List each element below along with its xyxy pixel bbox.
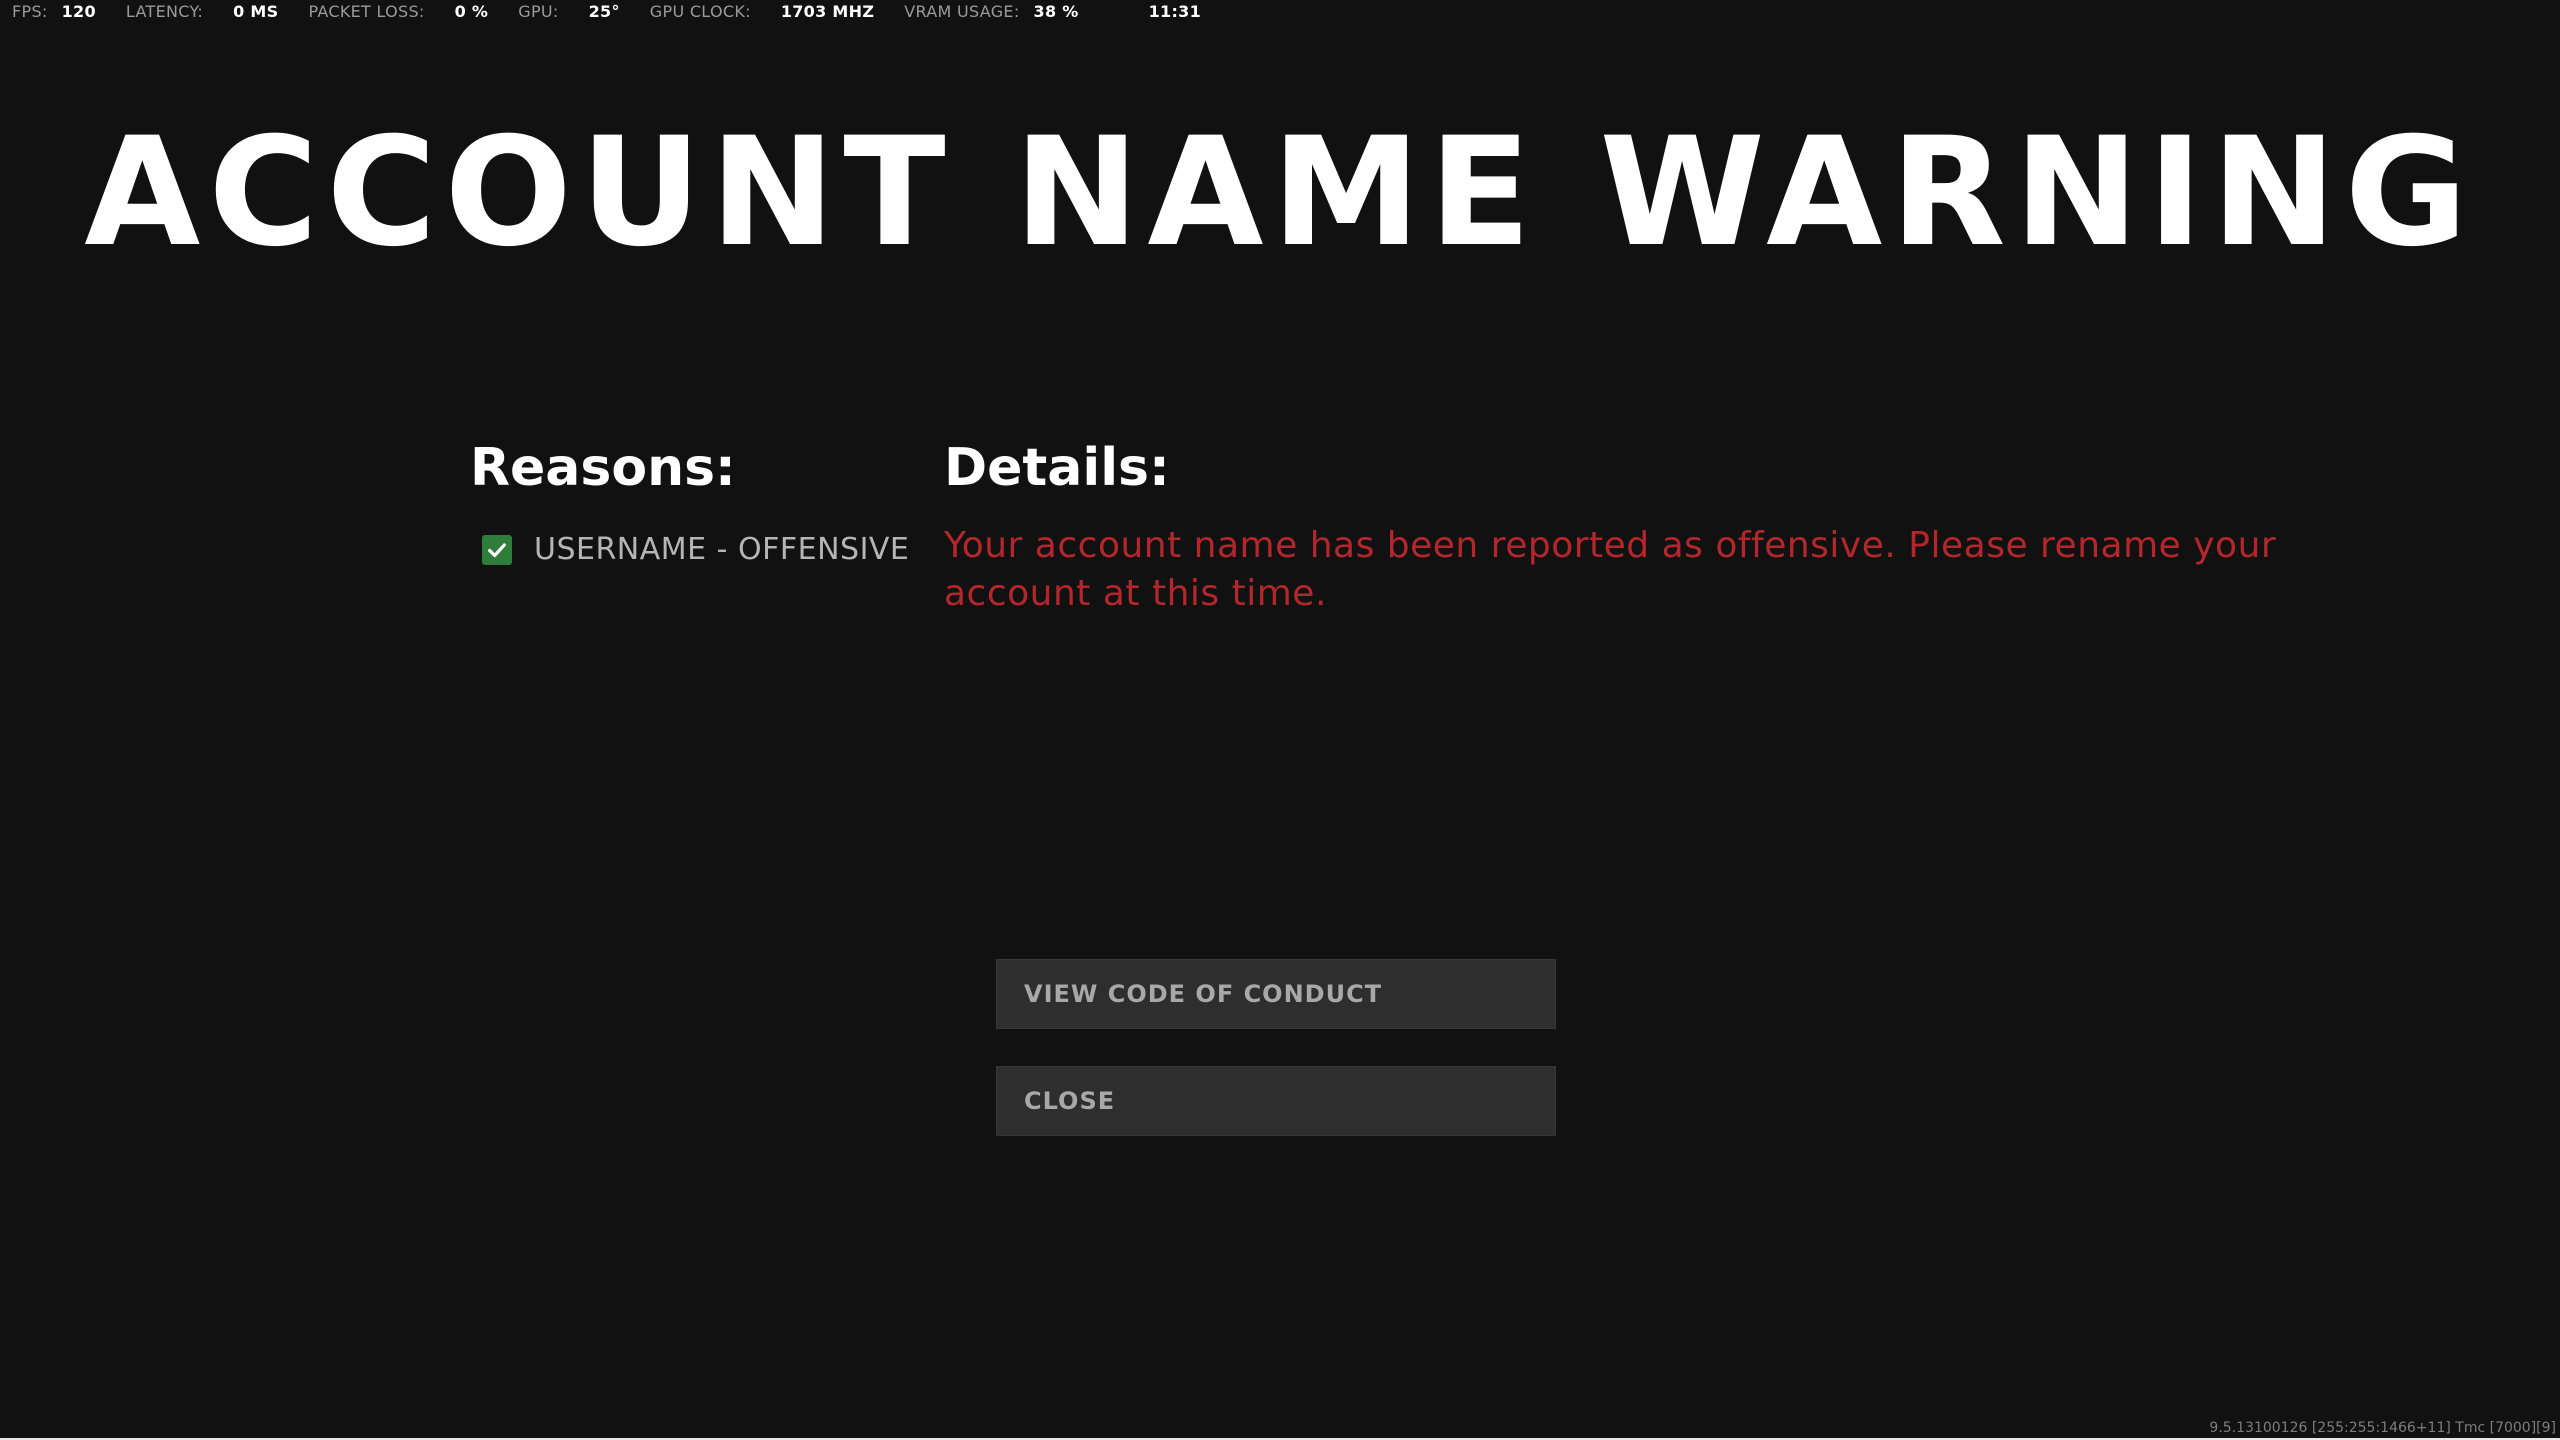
reasons-heading: Reasons: bbox=[470, 438, 736, 498]
hud-gpu-clock-label: GPU CLOCK: bbox=[649, 1, 751, 21]
reason-label: USERNAME - OFFENSIVE bbox=[534, 532, 910, 567]
hud-latency-value: 0 MS bbox=[233, 1, 279, 21]
hud-latency: LATENCY: 0 MS bbox=[126, 2, 279, 21]
hud-vram-label: VRAM USAGE: bbox=[904, 1, 1020, 21]
hud-gpu-clock-value: 1703 MHZ bbox=[780, 1, 875, 21]
close-button[interactable]: CLOSE bbox=[996, 1066, 1556, 1136]
hud-fps-label: FPS: bbox=[12, 1, 48, 21]
hud-vram: VRAM USAGE: 38 % bbox=[904, 2, 1078, 21]
hud-clock: 11:31 bbox=[1148, 1, 1202, 21]
close-label: CLOSE bbox=[1024, 1087, 1116, 1115]
page-title: ACCOUNT NAME WARNING bbox=[84, 106, 2476, 280]
hud-gpu-label: GPU: bbox=[518, 1, 559, 21]
hud-fps-value: 120 bbox=[61, 1, 96, 21]
build-info: 9.5.13100126 [255:255:1466+11] Tmc [7000… bbox=[2209, 1420, 2556, 1436]
hud-packet-loss-value: 0 % bbox=[454, 1, 489, 21]
hud-fps: FPS: 120 bbox=[12, 2, 96, 21]
hud-packet-loss-label: PACKET LOSS: bbox=[308, 1, 425, 21]
hud-packet-loss: PACKET LOSS: 0 % bbox=[308, 2, 488, 21]
details-text: Your account name has been reported as o… bbox=[944, 525, 2277, 614]
reason-checkbox bbox=[482, 534, 512, 565]
hud-gpu-clock: GPU CLOCK: 1703 MHZ bbox=[650, 2, 874, 21]
hud-gpu-value: 25° bbox=[588, 1, 620, 21]
details-heading: Details: bbox=[944, 438, 1170, 498]
check-icon bbox=[488, 542, 506, 557]
performance-hud: FPS: 120 LATENCY: 0 MS PACKET LOSS: 0 % … bbox=[0, 0, 1213, 22]
reason-item: USERNAME - OFFENSIVE bbox=[482, 532, 909, 567]
hud-gpu: GPU: 25° bbox=[518, 2, 620, 21]
view-code-of-conduct-label: VIEW CODE OF CONDUCT bbox=[1024, 980, 1383, 1008]
view-code-of-conduct-button[interactable]: VIEW CODE OF CONDUCT bbox=[996, 959, 1556, 1029]
hud-vram-value: 38 % bbox=[1033, 1, 1079, 21]
hud-latency-label: LATENCY: bbox=[125, 1, 204, 21]
